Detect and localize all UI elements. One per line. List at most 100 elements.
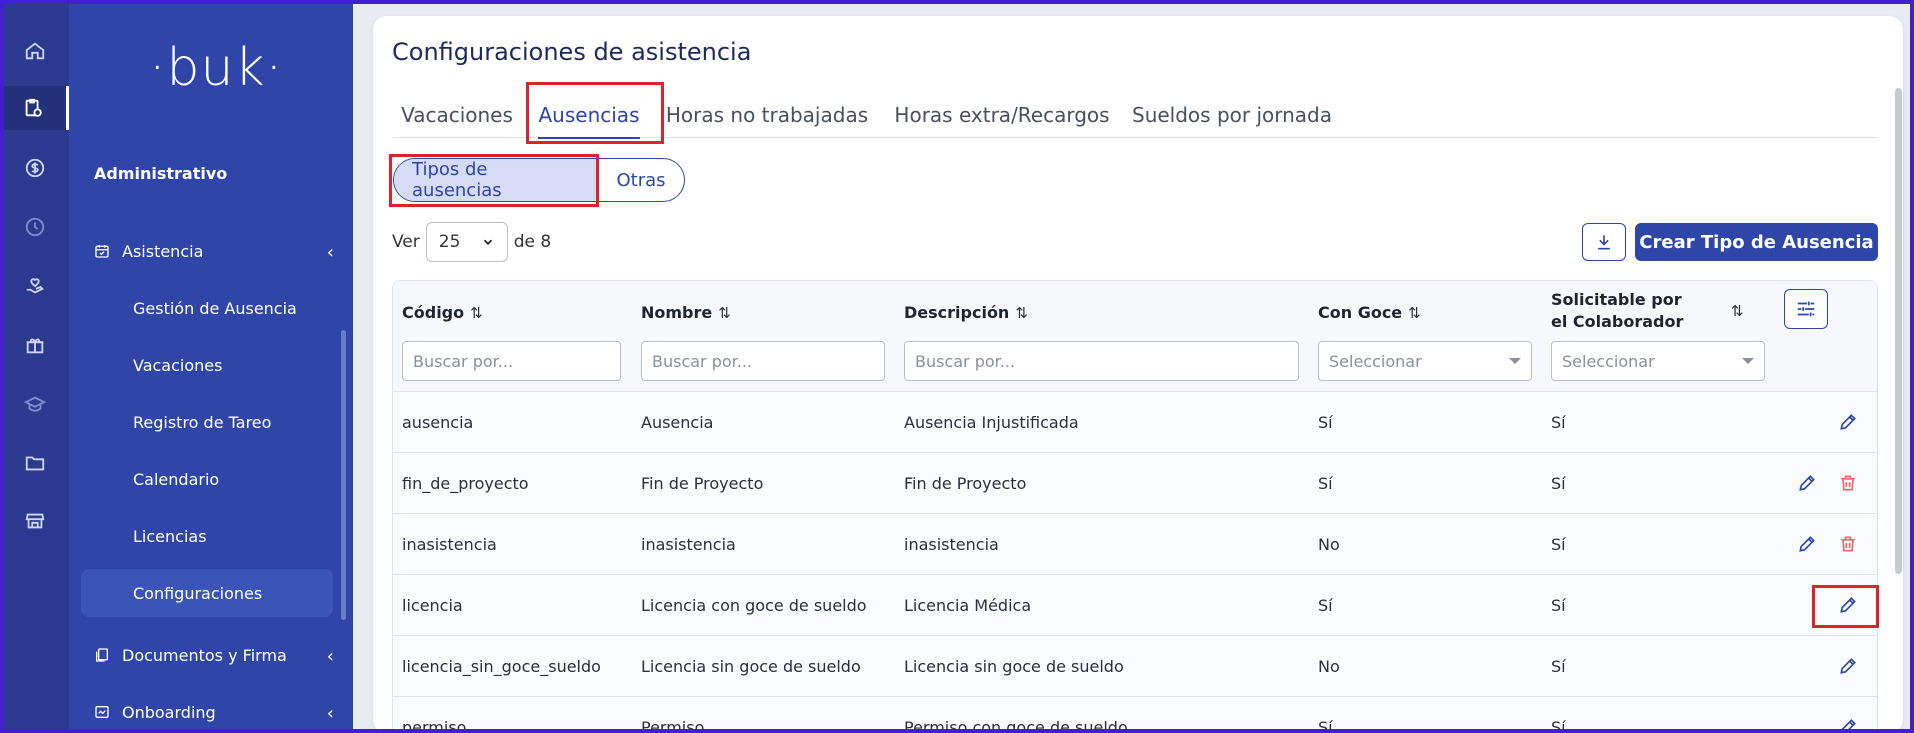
main-scrollbar[interactable] xyxy=(1895,88,1902,574)
caret-down-icon xyxy=(1742,358,1754,364)
edit-icon[interactable] xyxy=(1837,716,1859,732)
table-row: inasistencia inasistencia inasistencia N… xyxy=(393,514,1877,575)
chevron-left-icon: ‹ xyxy=(326,242,334,263)
edit-icon[interactable] xyxy=(1837,411,1859,433)
cell-solicitable: Sí xyxy=(1551,717,1566,733)
cell-descripcion: Licencia sin goce de sueldo xyxy=(904,656,1124,676)
page-title: Configuraciones de asistencia xyxy=(392,38,752,66)
filter-codigo-input[interactable]: Buscar por... xyxy=(402,341,621,381)
tab-vacaciones[interactable]: Vacaciones xyxy=(392,92,522,138)
filter-placeholder: Buscar por... xyxy=(915,351,1016,371)
cell-nombre: inasistencia xyxy=(641,534,736,554)
sidebar-group-documentos[interactable]: Documentos y Firma ‹ xyxy=(94,640,334,670)
hand-heart-icon[interactable] xyxy=(0,265,69,309)
subtab-group: Tipos de ausencias Otras xyxy=(393,158,685,202)
clipboard-clock-icon[interactable] xyxy=(0,86,69,130)
clock-icon[interactable] xyxy=(0,205,69,249)
edit-icon[interactable] xyxy=(1837,655,1859,677)
page-count-label: de 8 xyxy=(513,232,552,252)
sidebar-item-registro-tareo[interactable]: Registro de Tareo xyxy=(81,398,333,446)
graduation-cap-icon[interactable] xyxy=(0,382,69,426)
filter-placeholder: Seleccionar xyxy=(1562,351,1655,371)
sidebar-group-onboarding[interactable]: Onboarding ‹ xyxy=(94,697,334,727)
filter-descripcion-input[interactable]: Buscar por... xyxy=(904,341,1299,381)
dollar-icon[interactable] xyxy=(0,146,69,190)
sidebar-scrollbar[interactable] xyxy=(341,330,346,620)
table-row: ausencia Ausencia Ausencia Injustificada… xyxy=(393,392,1877,453)
cell-descripcion: inasistencia xyxy=(904,534,999,554)
filter-placeholder: Seleccionar xyxy=(1329,351,1422,371)
subtab-otras[interactable]: Otras xyxy=(598,159,684,201)
gift-icon[interactable] xyxy=(0,323,69,367)
cell-con-goce: No xyxy=(1318,534,1340,554)
column-label: Con Goce xyxy=(1318,303,1403,322)
cell-solicitable: Sí xyxy=(1551,534,1566,554)
sidebar-item-calendario[interactable]: Calendario xyxy=(81,455,333,503)
sidebar-item-configuraciones[interactable]: Configuraciones xyxy=(81,569,333,617)
chevron-down-icon xyxy=(483,239,492,245)
cell-con-goce: Sí xyxy=(1318,595,1333,615)
home-icon[interactable] xyxy=(0,29,69,73)
cell-nombre: Ausencia xyxy=(641,412,714,432)
column-header-codigo[interactable]: Código ⇅ xyxy=(402,303,483,322)
download-icon xyxy=(1598,235,1610,250)
cell-codigo: inasistencia xyxy=(402,534,497,554)
sort-icon: ⇅ xyxy=(470,303,483,322)
buk-logo[interactable]: ·buk· xyxy=(149,38,283,98)
subtab-tipos-ausencias[interactable]: Tipos de ausencias xyxy=(394,159,598,201)
sort-icon: ⇅ xyxy=(1408,303,1421,322)
sort-icon: ⇅ xyxy=(718,303,731,322)
filter-solicitable-select[interactable]: Seleccionar xyxy=(1551,341,1765,381)
sidebar-item-gestion-ausencia[interactable]: Gestión de Ausencia xyxy=(81,284,333,332)
sort-icon: ⇅ xyxy=(1731,302,1744,320)
filter-con-goce-select[interactable]: Seleccionar xyxy=(1318,341,1532,381)
tab-ausencias[interactable]: Ausencias xyxy=(530,92,648,139)
trash-icon[interactable] xyxy=(1837,472,1859,494)
cell-solicitable: Sí xyxy=(1551,595,1566,615)
tab-horas-no-trabajadas[interactable]: Horas no trabajadas xyxy=(662,92,872,138)
cell-con-goce: No xyxy=(1318,656,1340,676)
edit-icon[interactable] xyxy=(1796,533,1818,555)
filter-placeholder: Buscar por... xyxy=(413,351,514,371)
download-button[interactable] xyxy=(1582,223,1626,261)
cell-codigo: licencia_sin_goce_sueldo xyxy=(402,656,601,676)
edit-icon[interactable] xyxy=(1837,594,1859,616)
create-absence-type-button[interactable]: Crear Tipo de Ausencia xyxy=(1635,223,1878,261)
cell-nombre: Permiso xyxy=(641,717,705,733)
page-size-select[interactable]: 25 xyxy=(425,222,508,262)
ver-label: Ver xyxy=(392,232,420,252)
absence-types-table: Código ⇅ Nombre ⇅ Descripción ⇅ Con Goce ⇅ S… xyxy=(392,280,1878,733)
cell-codigo: licencia xyxy=(402,595,463,615)
column-label: Código xyxy=(402,303,465,322)
sidebar-group-label: Onboarding xyxy=(122,702,216,722)
cell-descripcion: Licencia Médica xyxy=(904,595,1032,615)
tab-horas-extra[interactable]: Horas extra/Recargos xyxy=(892,92,1112,138)
sidebar-item-licencias[interactable]: Licencias xyxy=(81,512,333,560)
cell-nombre: Fin de Proyecto xyxy=(641,473,764,493)
folder-icon[interactable] xyxy=(0,441,69,485)
sort-icon: ⇅ xyxy=(1015,303,1028,322)
store-icon[interactable] xyxy=(0,499,69,543)
column-header-descripcion[interactable]: Descripción ⇅ xyxy=(904,303,1028,322)
cell-codigo: fin_de_proyecto xyxy=(402,473,529,493)
sidebar-group-asistencia[interactable]: Asistencia ‹ xyxy=(94,236,334,266)
cell-nombre: Licencia sin goce de sueldo xyxy=(641,656,861,676)
sidebar: ·buk· Administrativo Asistencia ‹ Gestió… xyxy=(69,0,353,733)
tab-sueldos-jornada[interactable]: Sueldos por jornada xyxy=(1132,92,1332,138)
column-header-con-goce[interactable]: Con Goce ⇅ xyxy=(1318,303,1421,322)
cell-descripcion: Ausencia Injustificada xyxy=(904,412,1079,432)
column-settings-button[interactable] xyxy=(1784,289,1828,329)
edit-icon[interactable] xyxy=(1796,472,1818,494)
cell-descripcion: Permiso con goce de sueldo xyxy=(904,717,1128,733)
page-size-row: Ver 25 de 8 xyxy=(392,222,551,262)
filter-nombre-input[interactable]: Buscar por... xyxy=(641,341,885,381)
sidebar-item-vacaciones[interactable]: Vacaciones xyxy=(81,341,333,389)
column-header-solicitable[interactable]: Solicitable por el Colaborador ⇅ xyxy=(1551,289,1761,333)
column-header-nombre[interactable]: Nombre ⇅ xyxy=(641,303,731,322)
cell-con-goce: Sí xyxy=(1318,473,1333,493)
chevron-left-icon: ‹ xyxy=(326,646,334,667)
trash-icon[interactable] xyxy=(1837,533,1859,555)
table-header: Código ⇅ Nombre ⇅ Descripción ⇅ Con Goce ⇅ S… xyxy=(393,281,1877,392)
cell-con-goce: Sí xyxy=(1318,412,1333,432)
cell-codigo: ausencia xyxy=(402,412,474,432)
